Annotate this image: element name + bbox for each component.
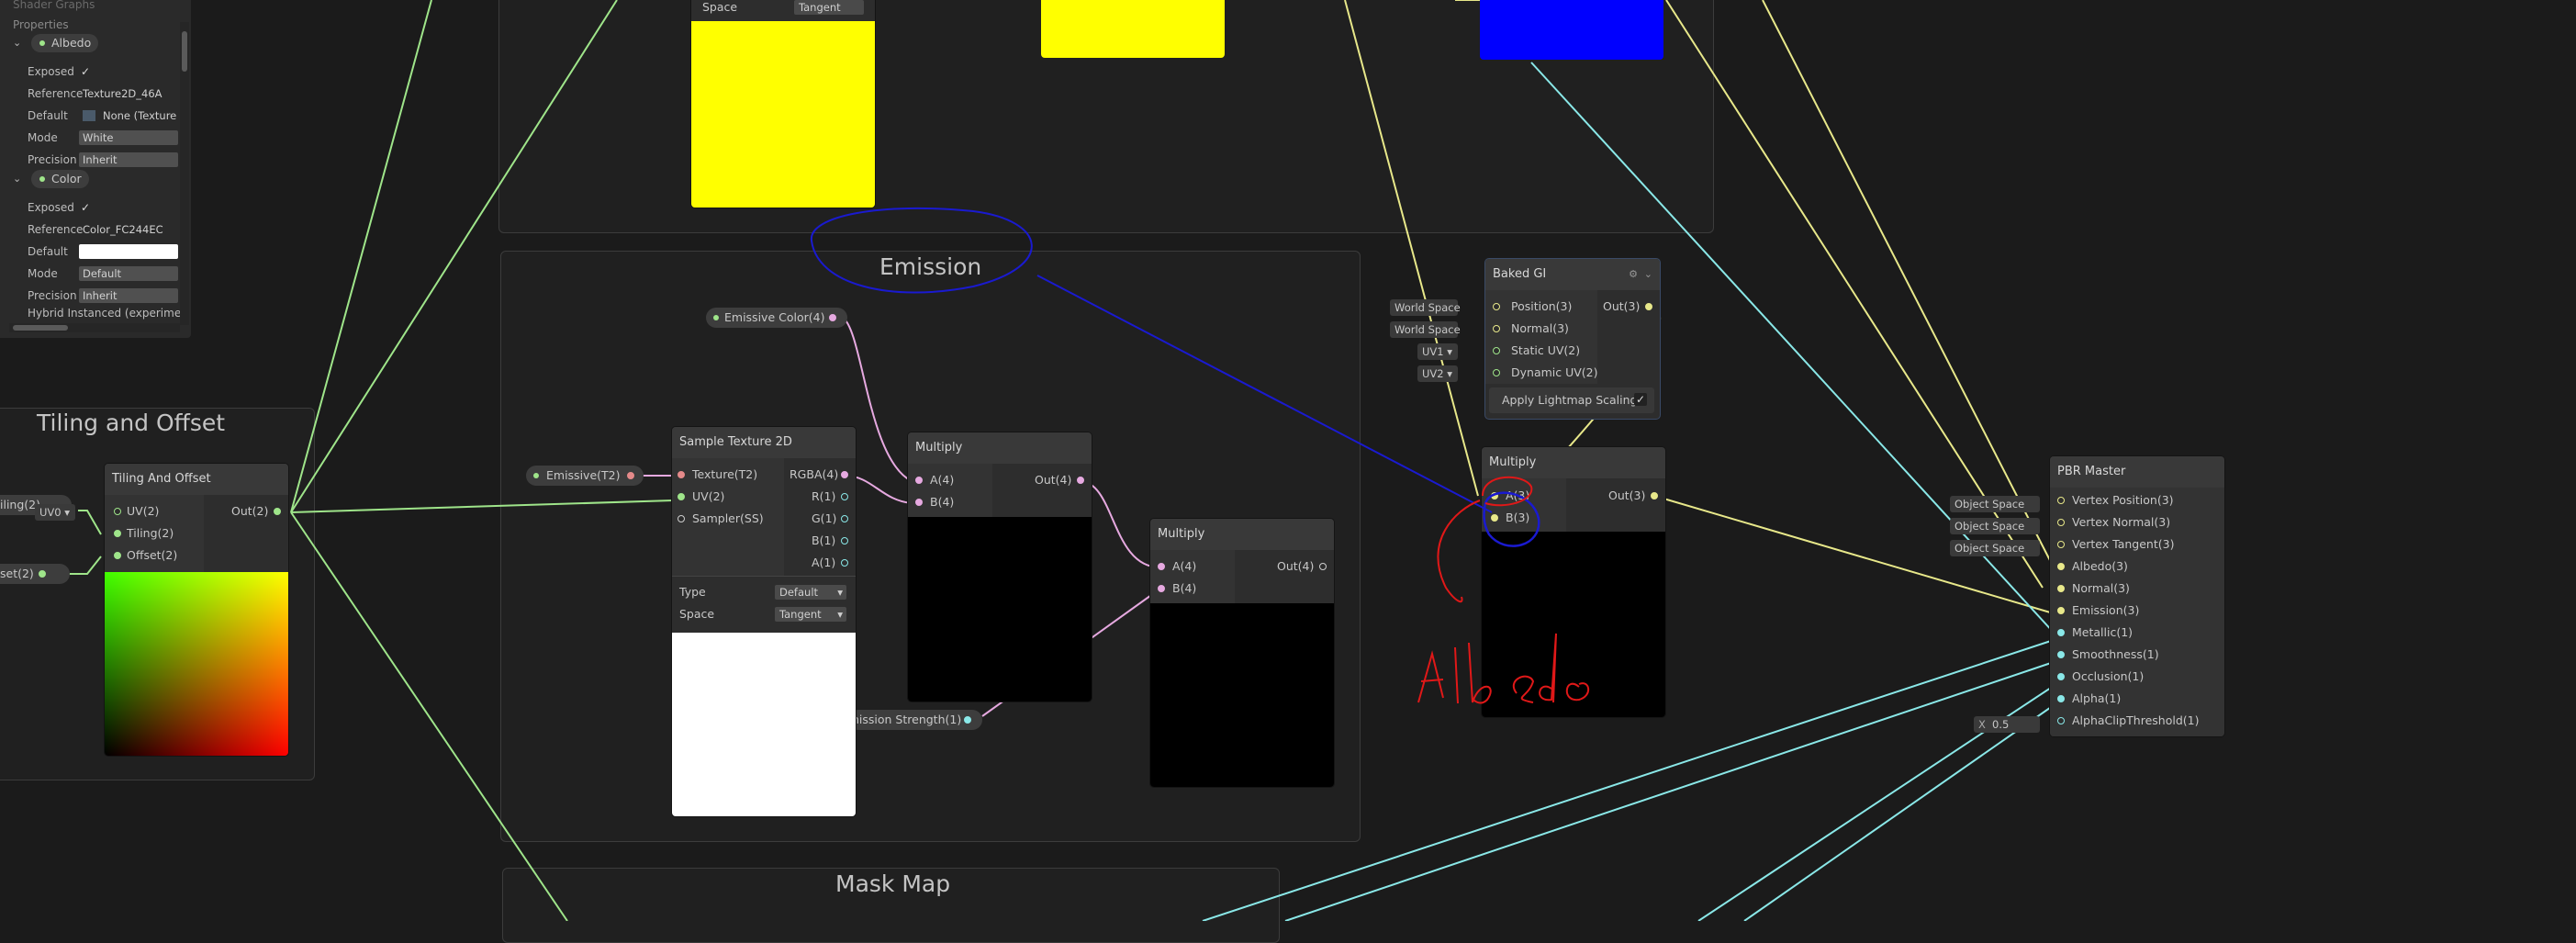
annotation-blue-ellipse [810, 207, 1033, 294]
annotation-blue-arrow [1036, 275, 1493, 513]
annotation-blue-circle [1483, 491, 1540, 547]
annotation-red-circle [1482, 476, 1533, 507]
annotation-red-curve [1437, 500, 1481, 603]
annotation-albedo-text [1417, 633, 1590, 704]
annotation-layer [810, 207, 1590, 704]
